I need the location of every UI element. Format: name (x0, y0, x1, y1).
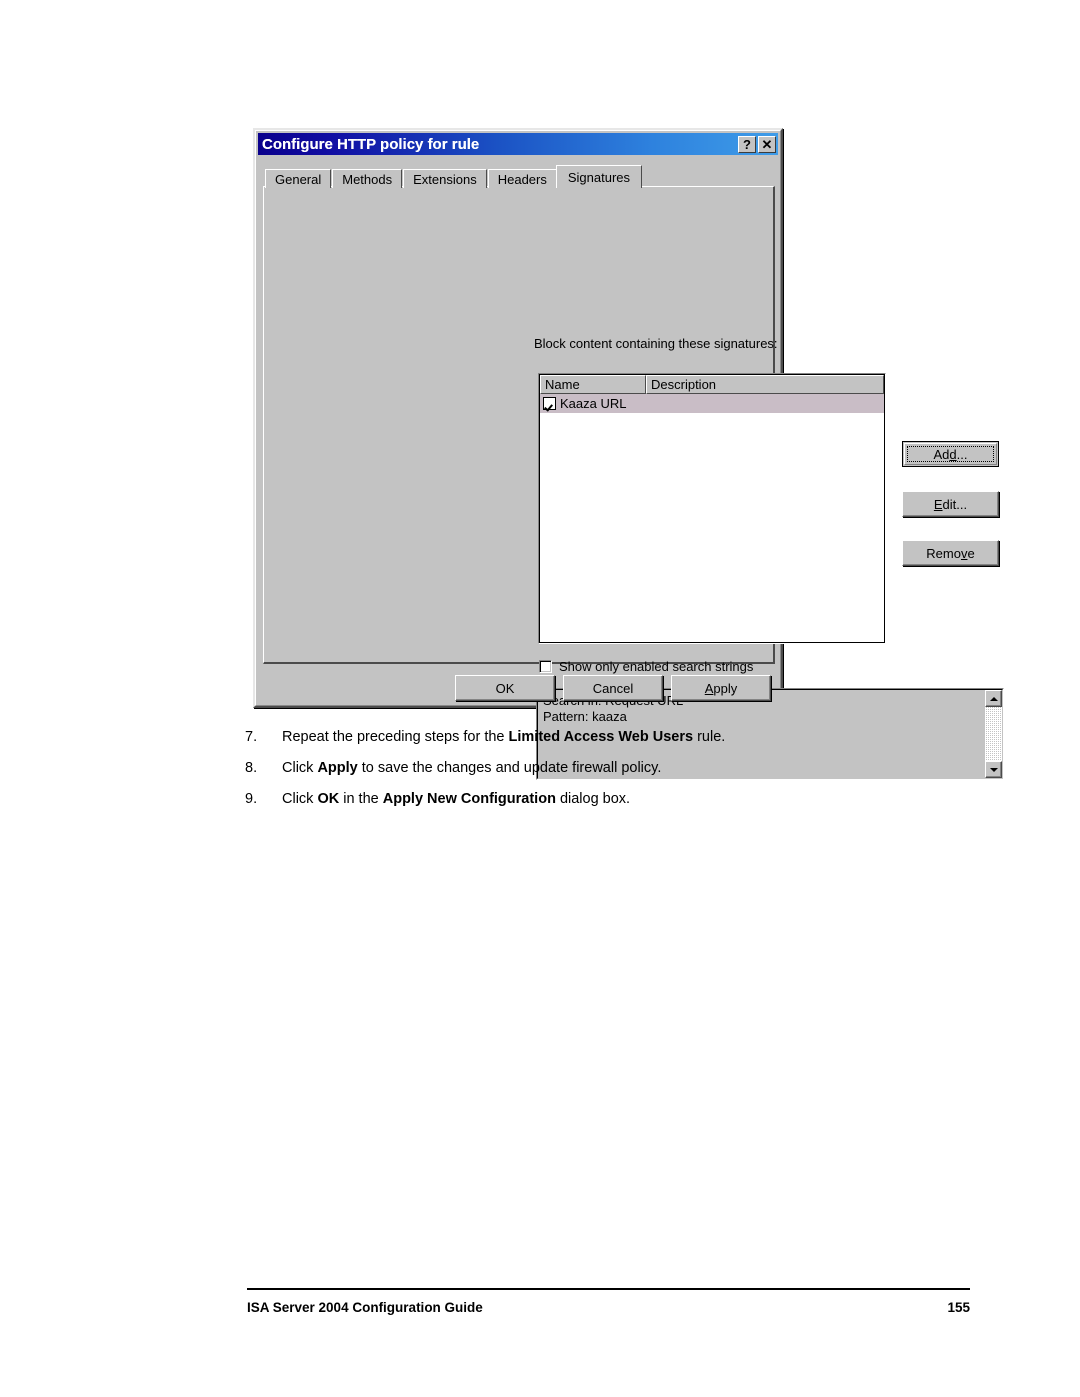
column-header-description[interactable]: Description (646, 375, 884, 394)
step-text: Repeat the preceding steps for the Limit… (282, 728, 925, 747)
block-content-label-accel: B (534, 336, 543, 351)
page-footer: ISA Server 2004 Configuration Guide 155 (247, 1300, 970, 1315)
details-scrollbar[interactable] (984, 690, 1002, 778)
show-only-enabled-checkbox[interactable]: Show only enabled search strings (539, 659, 753, 674)
plain-text: in the (339, 791, 383, 807)
scrollbar-track[interactable] (985, 707, 1002, 761)
cancel-button[interactable]: Cancel (563, 675, 663, 701)
row-name: Kaaza URL (560, 396, 627, 411)
step-number: 8. (245, 760, 258, 776)
plain-text: rule. (693, 729, 726, 745)
tab-headers[interactable]: Headers (487, 169, 557, 188)
list-item: 9. Click OK in the Apply New Configurati… (245, 790, 925, 809)
emphasis-text: Apply (317, 760, 358, 776)
details-line-2: Pattern: kaaza (543, 709, 627, 724)
procedure-steps: 7. Repeat the preceding steps for the Li… (245, 728, 925, 821)
triangle-up-icon (989, 696, 998, 701)
step-text: Click Apply to save the changes and upda… (282, 759, 925, 778)
checkbox-icon[interactable] (539, 660, 552, 673)
footer-divider (247, 1288, 970, 1290)
footer-page-number: 155 (947, 1300, 970, 1315)
show-only-enabled-label: Show only enabled search strings (559, 659, 754, 674)
document-page: Configure HTTP policy for rule ? ✕ Gener… (0, 0, 1080, 1397)
remove-button-label: Remove (926, 545, 975, 561)
block-content-label: Block content containing these signature… (534, 336, 778, 351)
emphasis-text: Limited Access Web Users (508, 729, 694, 745)
signatures-list-frame: Name Description Kaaza URL (539, 374, 885, 643)
step-number: 7. (245, 729, 258, 745)
close-icon[interactable]: ✕ (758, 135, 776, 153)
block-content-label-rest: lock content containing these signatures… (542, 336, 778, 351)
ok-button[interactable]: OK (455, 675, 555, 701)
plain-text: Click (282, 791, 318, 807)
apply-button-label: Apply (704, 680, 738, 696)
emphasis-text: Apply New Configuration (382, 791, 556, 807)
step-number: 9. (245, 791, 258, 807)
step-text: Click OK in the Apply New Configuration … (282, 790, 925, 809)
footer-title: ISA Server 2004 Configuration Guide (247, 1300, 483, 1315)
list-item: 8. Click Apply to save the changes and u… (245, 759, 925, 778)
ok-button-label: OK (495, 680, 515, 696)
row-checkbox-icon[interactable] (543, 397, 556, 410)
emphasis-text: OK (317, 791, 340, 807)
add-button[interactable]: Add... (902, 441, 999, 467)
tab-methods[interactable]: Methods (332, 169, 403, 188)
remove-button[interactable]: Remove (902, 540, 999, 566)
dialog-titlebar[interactable]: Configure HTTP policy for rule ? ✕ (258, 133, 778, 155)
add-button-label: Add... (933, 446, 968, 462)
configure-http-policy-dialog: Configure HTTP policy for rule ? ✕ Gener… (253, 128, 1004, 780)
list-item: 7. Repeat the preceding steps for the Li… (245, 728, 925, 747)
edit-button[interactable]: Edit... (902, 491, 999, 517)
scroll-up-button[interactable] (985, 690, 1002, 707)
signatures-list[interactable]: Name Description Kaaza URL (538, 373, 886, 644)
tab-signatures[interactable]: Signatures (555, 165, 643, 188)
apply-button[interactable]: Apply (671, 675, 771, 701)
column-header-name[interactable]: Name (540, 375, 646, 394)
plain-text: Repeat the preceding steps for the (282, 729, 509, 745)
cancel-button-label: Cancel (592, 680, 634, 696)
help-icon[interactable]: ? (738, 135, 756, 153)
signatures-list-header: Name Description (540, 375, 884, 394)
triangle-down-icon (989, 767, 998, 772)
plain-text: to save the changes and update firewall … (357, 760, 662, 776)
signatures-list-body: Kaaza URL (540, 394, 884, 642)
tab-general[interactable]: General (265, 169, 332, 188)
dialog-title: Configure HTTP policy for rule (262, 135, 480, 153)
scroll-down-button[interactable] (985, 761, 1002, 778)
table-row[interactable]: Kaaza URL (540, 394, 884, 413)
plain-text: dialog box. (555, 791, 631, 807)
tab-extensions[interactable]: Extensions (403, 169, 487, 188)
edit-button-label: Edit... (933, 496, 968, 512)
plain-text: Click (282, 760, 318, 776)
tab-strip: General Methods Extensions Headers Signa… (265, 165, 775, 188)
